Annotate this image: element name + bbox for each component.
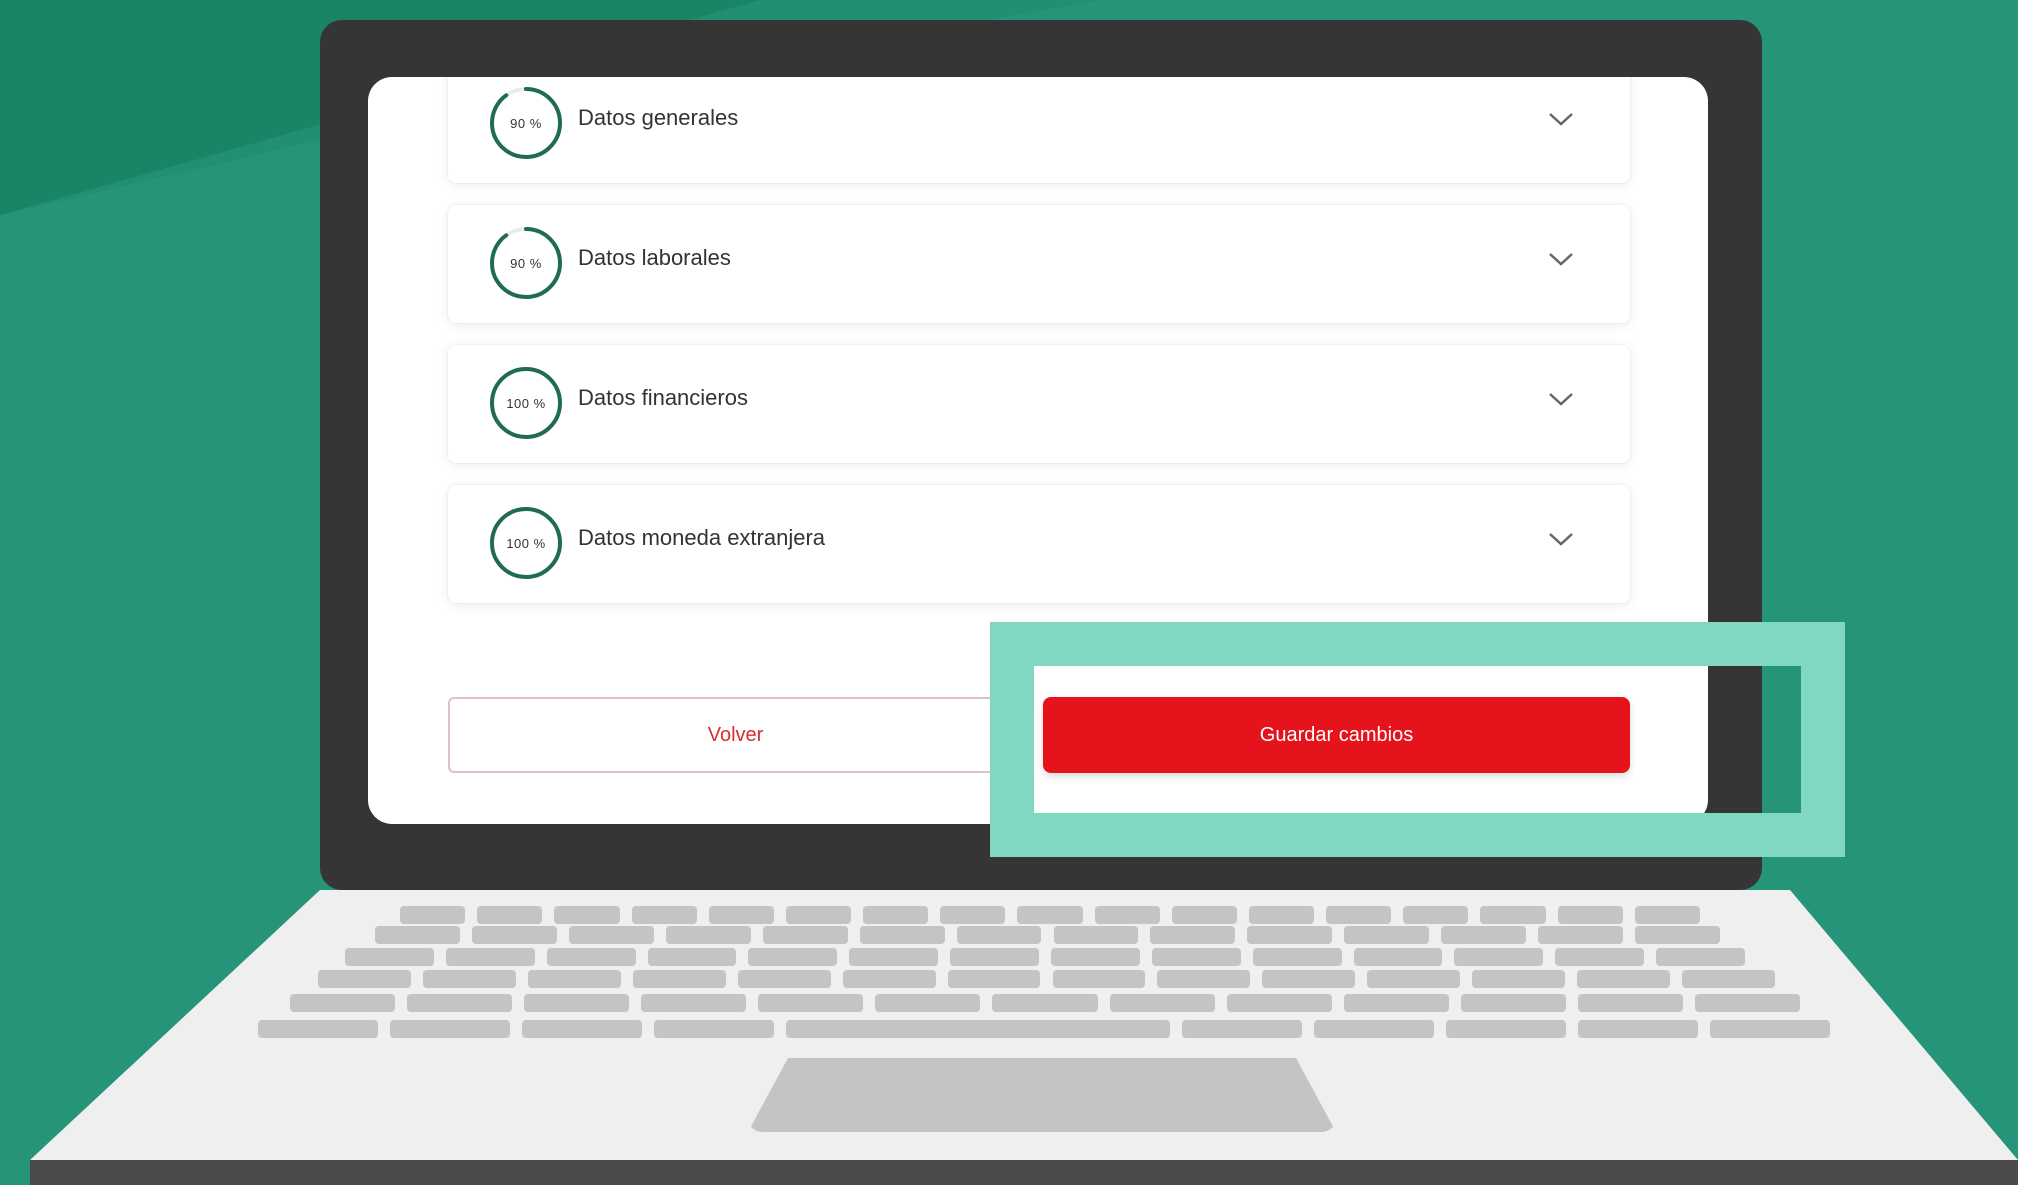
keyboard-key [1226,994,1332,1012]
keyboard-key [1555,948,1645,966]
keyboard-key [632,970,726,988]
keyboard-key [1460,994,1566,1012]
keyboard-key [1454,948,1544,966]
keyboard-key [258,1020,378,1038]
keyboard-key [1480,906,1546,924]
keyboard-key [1635,926,1720,944]
keyboard-key [1472,970,1566,988]
trackpad [748,1058,1336,1132]
keyboard-key [445,948,535,966]
keyboard-key [647,948,737,966]
keyboard-key [1326,906,1392,924]
keyboard-key [748,948,838,966]
keyboard-key [1694,994,1800,1012]
keyboard-key [400,906,466,924]
keyboard-key [477,906,543,924]
keyboard-key [1171,906,1237,924]
keyboard-key [1094,906,1160,924]
keyboard-key [842,970,936,988]
keyboard-key [1353,948,1443,966]
keyboard-key [407,994,513,1012]
keyboard-key [1682,970,1775,988]
keyboard-key [947,970,1041,988]
keyboard-key [737,970,831,988]
keyboard-key [859,926,945,944]
keyboard-key [390,1020,510,1038]
keyboard-key [786,1020,1170,1038]
keyboard-key [345,948,434,966]
keyboard-key [1252,948,1342,966]
keyboard-key [1314,1020,1434,1038]
keyboard-key [1577,970,1671,988]
keyboard-key [1710,1020,1830,1038]
keyboard-key [554,906,620,924]
keyboard-key [1403,906,1469,924]
keyboard-key [875,994,981,1012]
keyboard-key [631,906,697,924]
keyboard-key [1578,1020,1698,1038]
keyboard-key [527,970,621,988]
keyboard-key [422,970,516,988]
keyboard-key [940,906,1006,924]
keyboard-key [1538,926,1624,944]
keyboard-key [1109,994,1215,1012]
keyboard-key [1441,926,1527,944]
keyboard-key [290,994,396,1012]
keyboard-keys [0,0,2018,1185]
keyboard-key [568,926,654,944]
keyboard-key [1656,948,1745,966]
keyboard-key [1262,970,1356,988]
keyboard-key [1367,970,1461,988]
keyboard-key [546,948,636,966]
keyboard-key [375,926,460,944]
keyboard-key [956,926,1042,944]
keyboard-key [1248,906,1315,924]
keyboard-key [1017,906,1083,924]
keyboard-key [849,948,939,966]
keyboard-key [471,926,557,944]
keyboard-key [992,994,1098,1012]
keyboard-key [318,970,411,988]
keyboard-key [1634,906,1700,924]
keyboard-key [1151,948,1241,966]
keyboard-key [1053,926,1139,944]
keyboard-key [785,906,852,924]
keyboard-key [524,994,630,1012]
keyboard-key [1051,948,1140,966]
keyboard-key [758,994,864,1012]
keyboard-key [641,994,747,1012]
keyboard-key [863,906,929,924]
keyboard-key [1182,1020,1302,1038]
keyboard-key [1446,1020,1566,1038]
keyboard-key [665,926,751,944]
keyboard-key [762,926,848,944]
keyboard-key [1557,906,1623,924]
keyboard-key [654,1020,774,1038]
keyboard-key [950,948,1039,966]
keyboard-key [522,1020,642,1038]
keyboard-key [1247,926,1333,944]
keyboard-key [1157,970,1251,988]
keyboard-key [1344,926,1430,944]
keyboard-key [1150,926,1236,944]
keyboard-key [1052,970,1146,988]
keyboard-key [1343,994,1449,1012]
keyboard-key [708,906,774,924]
keyboard-key [1577,994,1683,1012]
